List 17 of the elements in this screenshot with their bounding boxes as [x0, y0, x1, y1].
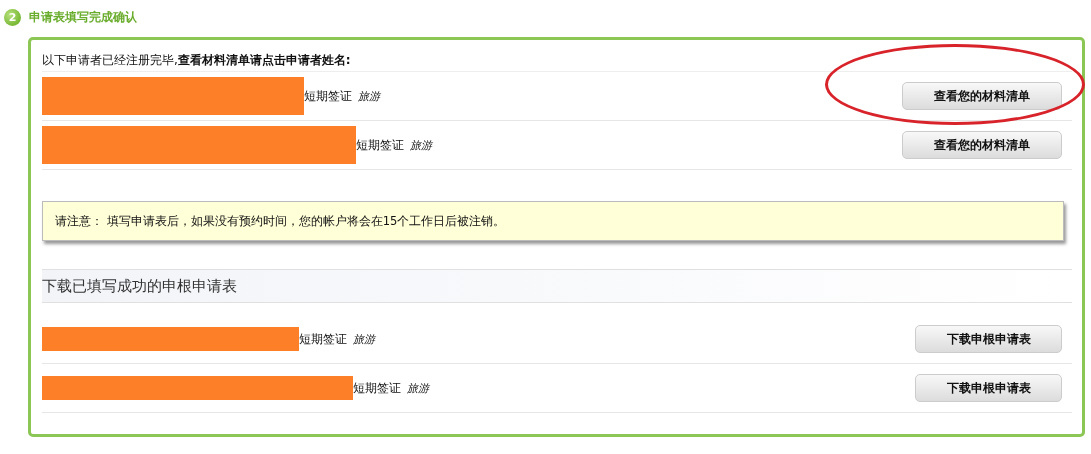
visa-type-text: 短期签证 — [304, 87, 352, 105]
section-title: 申请表填写完成确认 — [29, 8, 137, 26]
purpose-text: 旅游 — [353, 331, 375, 347]
purpose-text: 旅游 — [358, 88, 380, 104]
visa-type-text: 短期签证 — [356, 136, 404, 154]
purpose-text: 旅游 — [410, 137, 432, 153]
visa-type-text: 短期签证 — [353, 379, 401, 397]
purpose-text: 旅游 — [407, 380, 429, 396]
visa-type-text: 短期签证 — [299, 330, 347, 348]
notice-text: 请注意： 填写申请表后，如果没有预约时间，您的帐户将会在15个工作日后被注销。 — [42, 201, 1064, 241]
download-form-button[interactable]: 下载申根申请表 — [915, 374, 1062, 402]
material-list-button[interactable]: 查看您的材料清单 — [902, 82, 1062, 110]
download-form-button[interactable]: 下载申根申请表 — [915, 325, 1062, 353]
download-section-title: 下载已填写成功的申根申请表 — [42, 269, 1072, 303]
material-list-button[interactable]: 查看您的材料清单 — [902, 131, 1062, 159]
intro-text: 以下申请者已经注册完毕,查看材料清单请点击申请者姓名: — [42, 49, 1072, 72]
step-number-badge: 2 — [4, 8, 21, 26]
